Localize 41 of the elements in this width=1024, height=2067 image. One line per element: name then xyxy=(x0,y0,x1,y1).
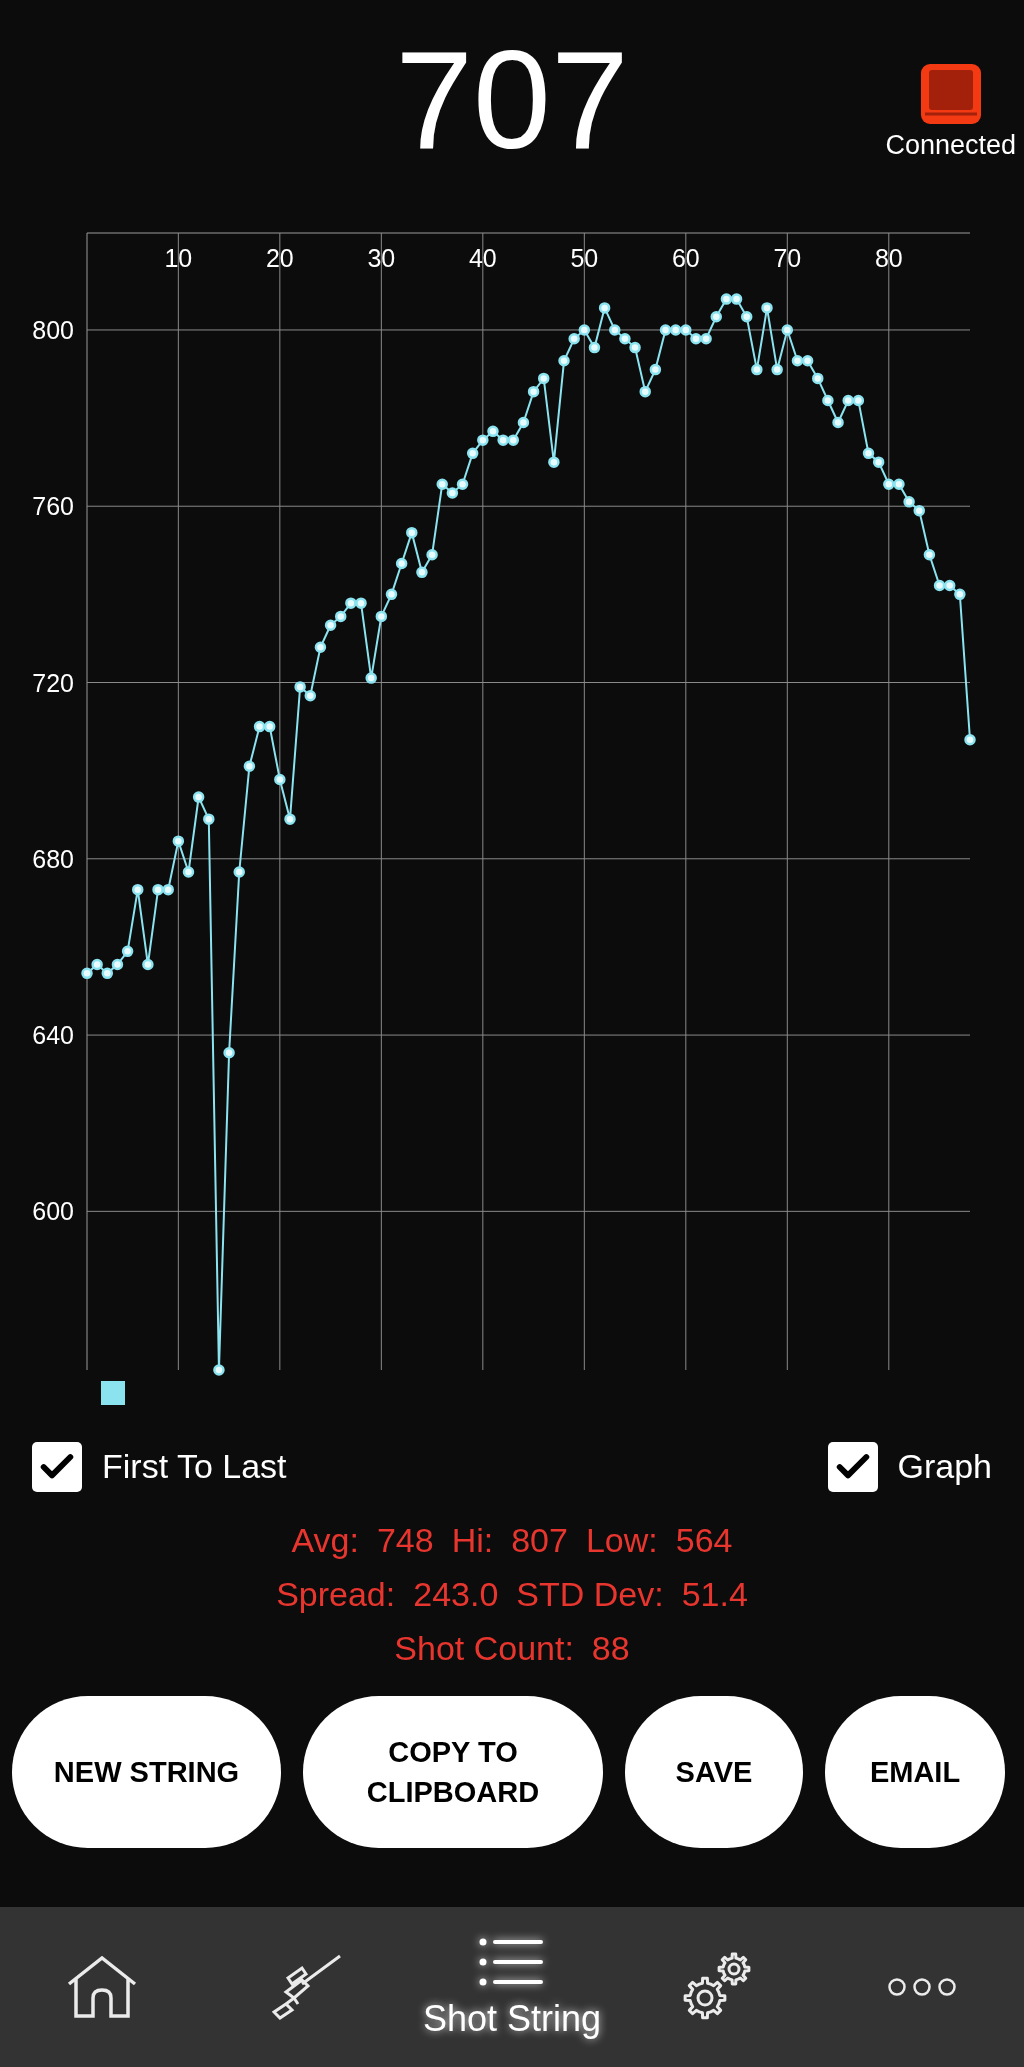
y-tick-label: 800 xyxy=(32,315,74,344)
x-tick-label: 80 xyxy=(874,244,903,272)
stat-value: 243.0 xyxy=(413,1574,499,1615)
action-button[interactable]: EMAIL xyxy=(825,1696,1005,1848)
y-tick-label: 640 xyxy=(32,1021,74,1050)
action-button[interactable]: COPY TO CLIPBOARD xyxy=(303,1696,603,1848)
stat-value: 51.4 xyxy=(681,1574,748,1615)
action-button[interactable]: SAVE xyxy=(625,1696,803,1848)
x-tick-label: 30 xyxy=(367,244,396,272)
y-tick-label: 720 xyxy=(32,668,74,697)
checkbox[interactable] xyxy=(827,1441,878,1492)
stat-value: 564 xyxy=(675,1520,733,1561)
connection-status: Connected xyxy=(885,132,1016,159)
home-icon xyxy=(67,1956,138,2018)
stat-label: Low: xyxy=(585,1520,658,1561)
stat-label: Shot Count: xyxy=(394,1628,574,1669)
stat-value: 88 xyxy=(591,1628,630,1669)
checkbox-label: Graph xyxy=(897,1446,992,1487)
list-icon xyxy=(479,1937,545,1987)
stat-label: Hi: xyxy=(451,1520,494,1561)
x-tick-label: 20 xyxy=(265,244,294,272)
stat-label: Avg: xyxy=(291,1520,359,1561)
x-tick-label: 50 xyxy=(570,244,599,272)
stat-label: Spread: xyxy=(276,1574,396,1615)
y-tick-label: 600 xyxy=(32,1197,74,1226)
action-button[interactable]: NEW STRING xyxy=(12,1696,281,1848)
x-tick-label: 10 xyxy=(164,244,193,272)
stat-value: 748 xyxy=(376,1520,434,1561)
more-icon xyxy=(886,1977,957,1997)
y-tick-label: 760 xyxy=(32,492,74,521)
y-tick-label: 680 xyxy=(32,844,74,873)
x-tick-label: 60 xyxy=(671,244,700,272)
stat-label: STD Dev: xyxy=(516,1574,664,1615)
x-tick-label: 70 xyxy=(773,244,802,272)
checkbox[interactable] xyxy=(32,1441,82,1492)
rifle-icon xyxy=(272,1954,343,2020)
stat-value: 807 xyxy=(511,1520,568,1561)
velocity-reading: 707 xyxy=(395,30,629,180)
legend-swatch xyxy=(101,1381,125,1405)
checkbox-label: First To Last xyxy=(102,1446,287,1487)
x-tick-label: 40 xyxy=(468,244,497,272)
